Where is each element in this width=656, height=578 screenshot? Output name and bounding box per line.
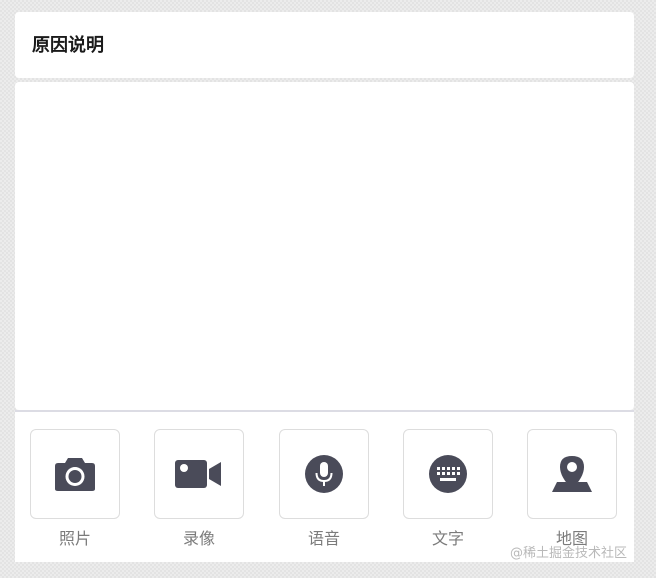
photo-label: 照片 [58, 529, 91, 548]
voice-button-box[interactable] [279, 429, 369, 519]
text-button[interactable]: 文字 [403, 429, 493, 553]
voice-button[interactable]: 语音 [279, 429, 369, 553]
map-button-box[interactable] [527, 429, 617, 519]
reason-textarea[interactable] [15, 82, 634, 410]
page-title: 原因说明 [32, 35, 104, 56]
video-button-box[interactable] [154, 429, 244, 519]
attachment-toolbar: 照片 录像 语音 文字 地图 [15, 412, 634, 562]
video-button[interactable]: 录像 [154, 429, 244, 553]
map-button[interactable]: 地图 [527, 429, 617, 553]
watermark: @稀土掘金技术社区 [510, 546, 628, 561]
voice-label: 语音 [307, 529, 340, 548]
photo-button[interactable]: 照片 [30, 429, 120, 553]
map-pin-icon [551, 453, 593, 495]
photo-button-box[interactable] [30, 429, 120, 519]
microphone-icon [304, 454, 344, 494]
video-camera-icon [174, 458, 224, 490]
title-card: 原因说明 [15, 12, 634, 78]
camera-icon [54, 456, 96, 492]
text-button-box[interactable] [403, 429, 493, 519]
keyboard-icon [428, 454, 468, 494]
text-label: 文字 [431, 529, 464, 548]
reason-input-area[interactable] [15, 82, 634, 410]
video-label: 录像 [182, 529, 215, 548]
